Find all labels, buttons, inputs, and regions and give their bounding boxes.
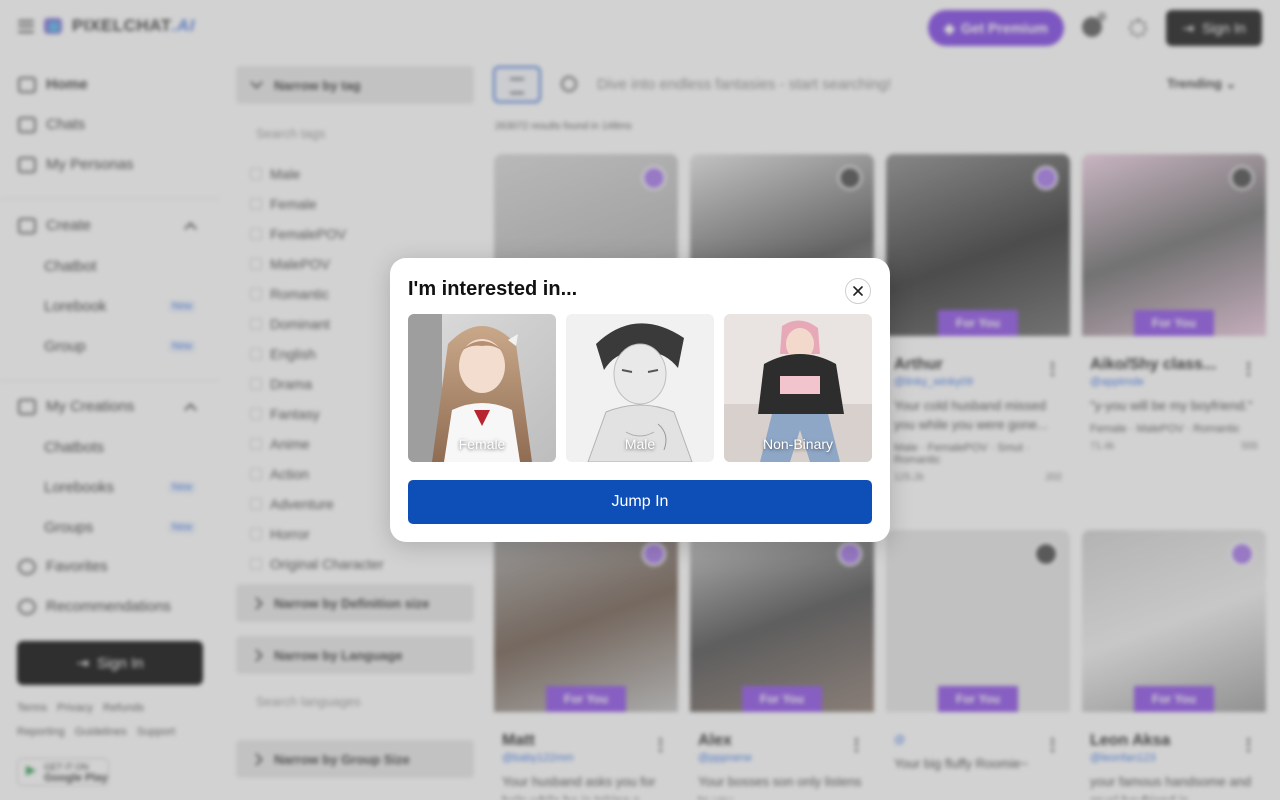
- close-icon: [853, 286, 863, 296]
- close-button[interactable]: [845, 278, 871, 304]
- option-female[interactable]: Female: [408, 314, 556, 462]
- option-label: Female: [458, 436, 506, 452]
- interest-options: Female Male Non-Binary: [408, 314, 872, 462]
- jump-in-button[interactable]: Jump In: [408, 480, 872, 524]
- option-label: Non-Binary: [762, 436, 834, 452]
- option-non-binary[interactable]: Non-Binary: [724, 314, 872, 462]
- interest-modal: I'm interested in... Female Male Non-Bin…: [390, 258, 890, 542]
- option-label: Male: [624, 436, 656, 452]
- option-male[interactable]: Male: [566, 314, 714, 462]
- modal-title: I'm interested in...: [408, 278, 578, 300]
